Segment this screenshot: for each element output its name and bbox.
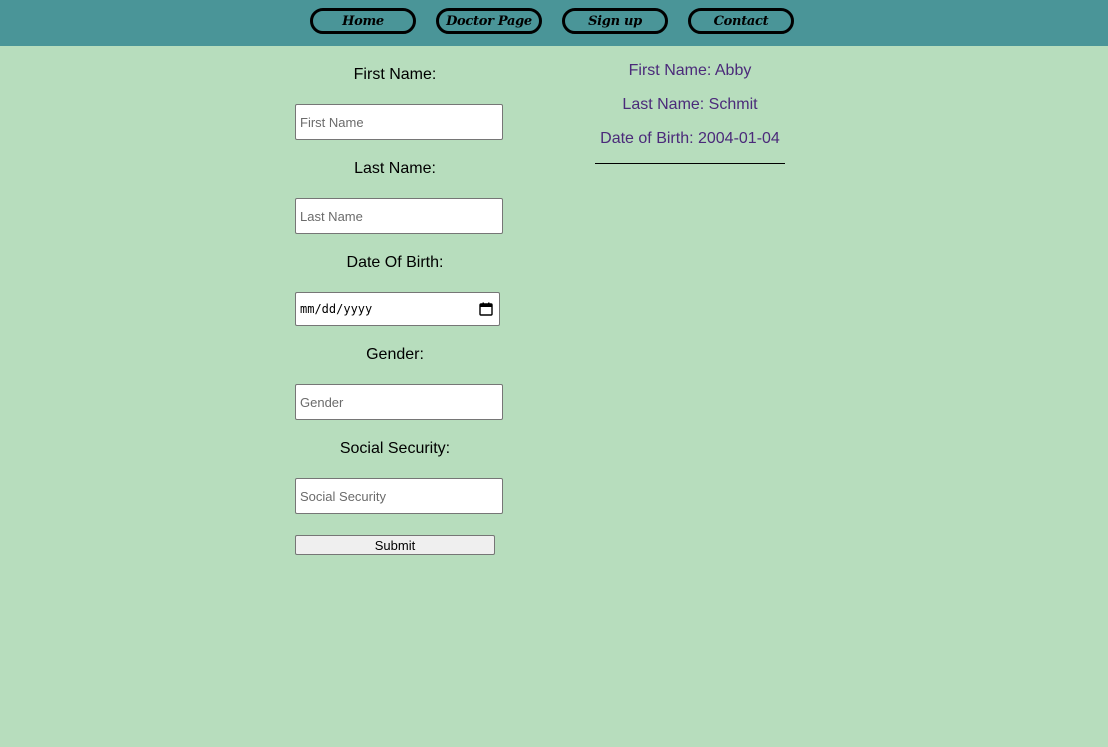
nav-home-button[interactable]: Home	[310, 8, 416, 34]
date-of-birth-input[interactable]: mm/dd/yyyy	[295, 292, 500, 326]
date-format-text: mm/dd/yyyy	[300, 302, 373, 316]
last-name-input[interactable]	[295, 198, 503, 234]
last-name-label: Last Name:	[354, 160, 436, 177]
top-navbar: Home Doctor Page Sign up Contact	[0, 0, 1108, 46]
calendar-icon[interactable]	[479, 302, 493, 316]
gender-input[interactable]	[295, 384, 503, 420]
gender-label: Gender:	[366, 346, 424, 363]
nav-doctor-page-button[interactable]: Doctor Page	[436, 8, 542, 34]
first-name-input[interactable]	[295, 104, 503, 140]
patient-date-of-birth: Date of Birth: 2004-01-04	[600, 130, 780, 147]
nav-contact-button[interactable]: Contact	[688, 8, 794, 34]
patient-last-name: Last Name: Schmit	[622, 96, 758, 113]
submit-button[interactable]: Submit	[295, 535, 495, 555]
social-security-label: Social Security:	[339, 440, 451, 457]
social-security-input[interactable]	[295, 478, 503, 514]
patient-first-name: First Name: Abby	[628, 62, 752, 79]
first-name-label: First Name:	[353, 66, 437, 83]
nav-sign-up-button[interactable]: Sign up	[562, 8, 668, 34]
date-of-birth-label: Date Of Birth:	[346, 254, 444, 271]
patient-divider	[595, 163, 785, 164]
